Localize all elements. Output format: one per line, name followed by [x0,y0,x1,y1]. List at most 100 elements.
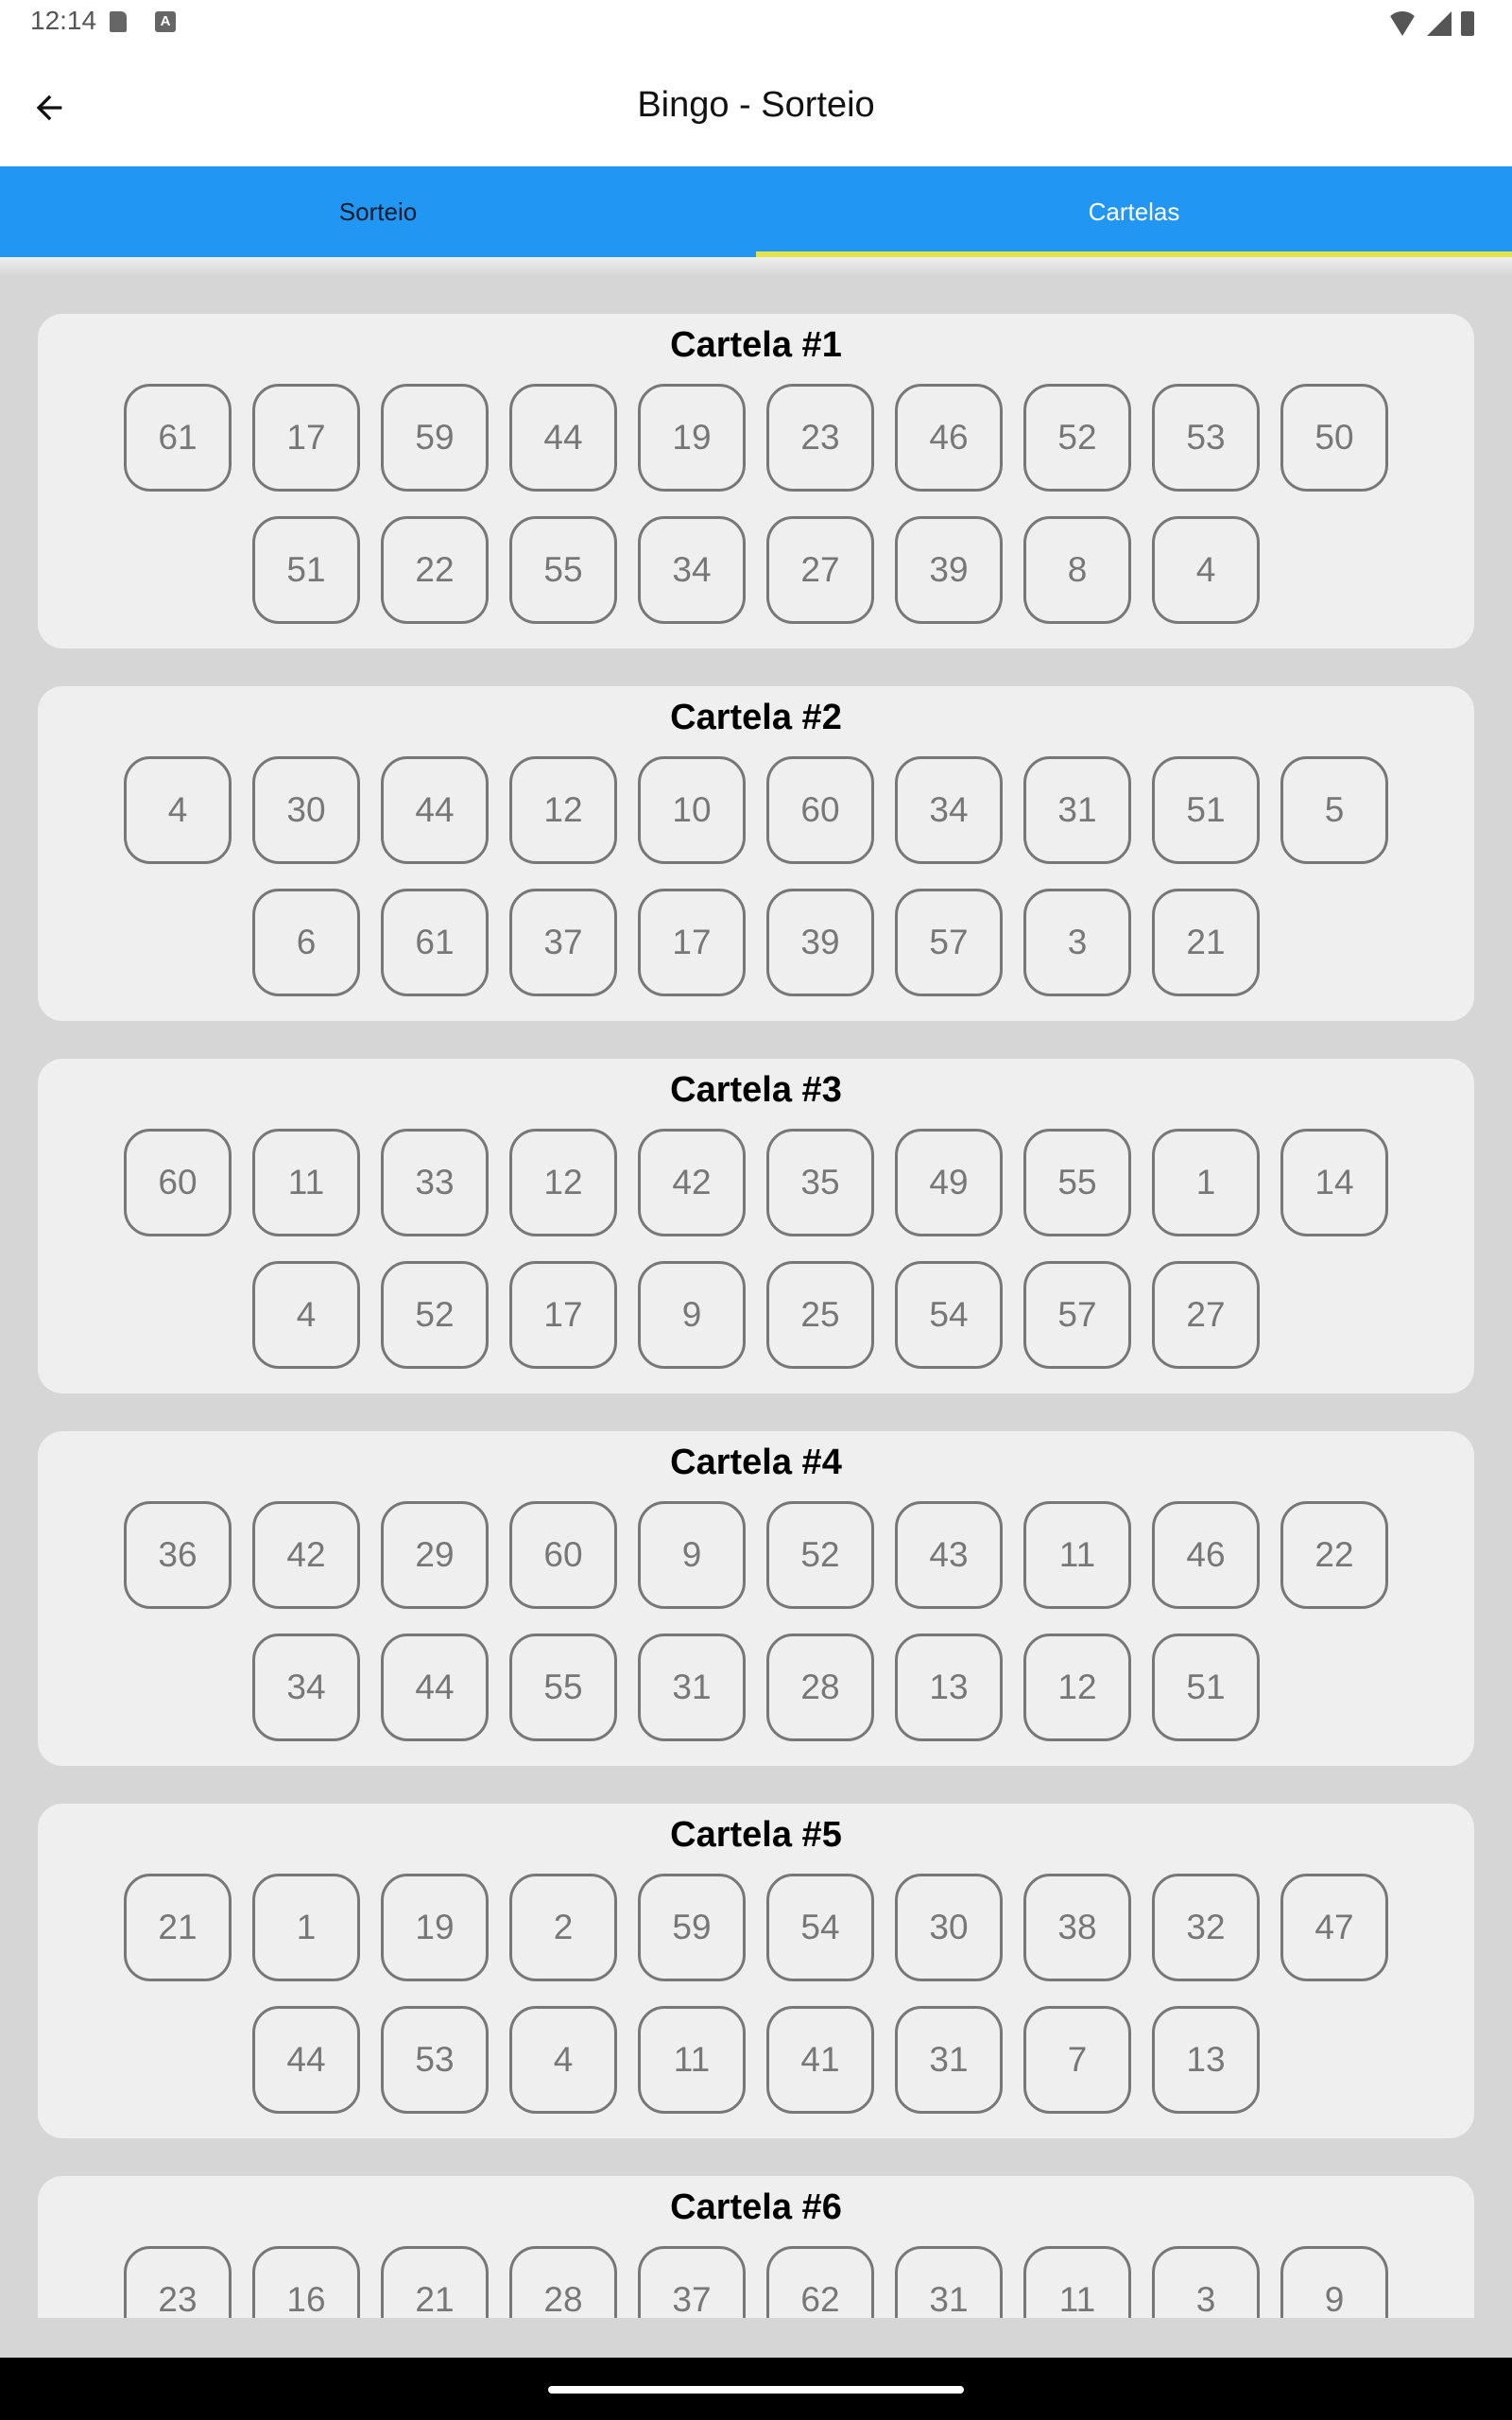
card-number[interactable]: 17 [509,1261,617,1369]
card-number[interactable]: 60 [509,1501,617,1609]
card-number[interactable]: 47 [1280,1874,1388,1981]
card-number[interactable]: 12 [509,756,617,864]
card-number[interactable]: 60 [766,756,874,864]
card-number[interactable]: 28 [509,2246,617,2318]
card-number[interactable]: 46 [1152,1501,1260,1609]
card-number[interactable]: 22 [1280,1501,1388,1609]
card-number[interactable]: 53 [1152,384,1260,492]
card-number[interactable]: 13 [895,1634,1003,1741]
card-number[interactable]: 12 [1023,1634,1131,1741]
card-number[interactable]: 21 [124,1874,232,1981]
card-number[interactable]: 36 [124,1501,232,1609]
card-number[interactable]: 57 [1023,1261,1131,1369]
card-number[interactable]: 54 [895,1261,1003,1369]
card-number[interactable]: 62 [766,2246,874,2318]
card-number[interactable]: 19 [638,384,746,492]
card-number[interactable]: 6 [252,889,360,996]
card-number[interactable]: 52 [381,1261,489,1369]
card-number[interactable]: 9 [638,1261,746,1369]
card-number[interactable]: 31 [638,1634,746,1741]
card-number[interactable]: 23 [766,384,874,492]
card-number[interactable]: 44 [381,1634,489,1741]
card-number[interactable]: 34 [252,1634,360,1741]
card-number[interactable]: 31 [895,2006,1003,2114]
card-number[interactable]: 39 [766,889,874,996]
card-number[interactable]: 27 [766,516,874,624]
card-number[interactable]: 34 [895,756,1003,864]
card-number[interactable]: 7 [1023,2006,1131,2114]
card-number[interactable]: 39 [895,516,1003,624]
card-number[interactable]: 55 [1023,1129,1131,1236]
card-number[interactable]: 55 [509,516,617,624]
card-number[interactable]: 28 [766,1634,874,1741]
card-number[interactable]: 23 [124,2246,232,2318]
card-number[interactable]: 54 [766,1874,874,1981]
card-number[interactable]: 22 [381,516,489,624]
card-number[interactable]: 16 [252,2246,360,2318]
card-number[interactable]: 38 [1023,1874,1131,1981]
card-number[interactable]: 52 [1023,384,1131,492]
card-number[interactable]: 34 [638,516,746,624]
card-number[interactable]: 51 [1152,1634,1260,1741]
card-number[interactable]: 29 [381,1501,489,1609]
card-number[interactable]: 41 [766,2006,874,2114]
cards-list[interactable]: Cartela #1 61 17 59 44 19 23 46 52 53 50 51 22 55 34 27… [0,276,1512,2318]
card-number[interactable]: 37 [509,889,617,996]
home-indicator[interactable] [548,2386,964,2394]
card-number[interactable]: 51 [1152,756,1260,864]
card-number[interactable]: 43 [895,1501,1003,1609]
card-number[interactable]: 14 [1280,1129,1388,1236]
card-number[interactable]: 33 [381,1129,489,1236]
card-number[interactable]: 17 [252,384,360,492]
card-number[interactable]: 11 [638,2006,746,2114]
card-number[interactable]: 4 [124,756,232,864]
card-number[interactable]: 3 [1152,2246,1260,2318]
card-number[interactable]: 42 [252,1501,360,1609]
card-number[interactable]: 35 [766,1129,874,1236]
card-number[interactable]: 21 [1152,889,1260,996]
card-number[interactable]: 17 [638,889,746,996]
card-number[interactable]: 59 [638,1874,746,1981]
card-number[interactable]: 11 [252,1129,360,1236]
tab-sorteio[interactable]: Sorteio [0,166,756,257]
card-number[interactable]: 51 [252,516,360,624]
card-number[interactable]: 2 [509,1874,617,1981]
card-number[interactable]: 57 [895,889,1003,996]
card-number[interactable]: 44 [509,384,617,492]
card-number[interactable]: 4 [1152,516,1260,624]
card-number[interactable]: 46 [895,384,1003,492]
card-number[interactable]: 55 [509,1634,617,1741]
card-number[interactable]: 44 [381,756,489,864]
card-number[interactable]: 37 [638,2246,746,2318]
card-number[interactable]: 1 [1152,1129,1260,1236]
card-number[interactable]: 9 [1280,2246,1388,2318]
card-number[interactable]: 60 [124,1129,232,1236]
card-number[interactable]: 61 [124,384,232,492]
card-number[interactable]: 32 [1152,1874,1260,1981]
card-number[interactable]: 42 [638,1129,746,1236]
card-number[interactable]: 11 [1023,2246,1131,2318]
card-number[interactable]: 49 [895,1129,1003,1236]
card-number[interactable]: 3 [1023,889,1131,996]
card-number[interactable]: 44 [252,2006,360,2114]
card-number[interactable]: 19 [381,1874,489,1981]
card-number[interactable]: 30 [895,1874,1003,1981]
card-number[interactable]: 52 [766,1501,874,1609]
card-number[interactable]: 12 [509,1129,617,1236]
card-number[interactable]: 4 [509,2006,617,2114]
card-number[interactable]: 10 [638,756,746,864]
card-number[interactable]: 61 [381,889,489,996]
card-number[interactable]: 11 [1023,1501,1131,1609]
card-number[interactable]: 27 [1152,1261,1260,1369]
tab-cartelas[interactable]: Cartelas [756,166,1512,257]
card-number[interactable]: 31 [895,2246,1003,2318]
card-number[interactable]: 4 [252,1261,360,1369]
card-number[interactable]: 59 [381,384,489,492]
card-number[interactable]: 9 [638,1501,746,1609]
card-number[interactable]: 8 [1023,516,1131,624]
card-number[interactable]: 31 [1023,756,1131,864]
card-number[interactable]: 21 [381,2246,489,2318]
card-number[interactable]: 25 [766,1261,874,1369]
card-number[interactable]: 13 [1152,2006,1260,2114]
card-number[interactable]: 53 [381,2006,489,2114]
